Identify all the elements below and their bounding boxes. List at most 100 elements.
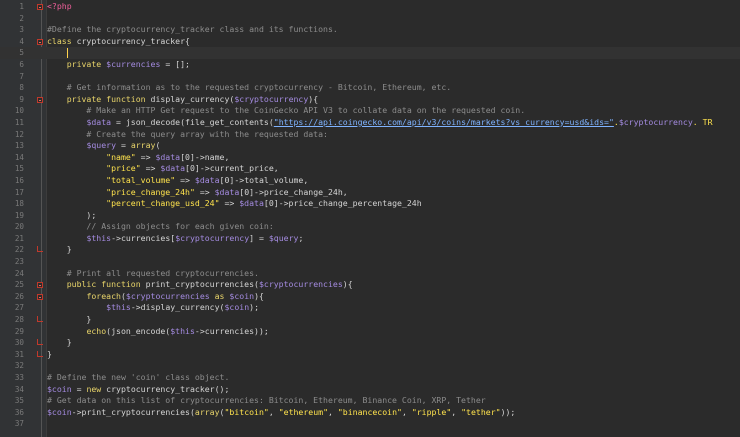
line-number: 34	[14, 384, 24, 394]
fold-toggle-icon[interactable]	[37, 38, 43, 45]
code-line[interactable]: 16 "total_volume" => $data[0]->total_vol…	[0, 175, 740, 187]
line-number: 26	[14, 291, 24, 301]
code-line[interactable]: 9 private function display_currency($cry…	[0, 94, 740, 106]
code-token: ] =	[249, 232, 269, 243]
code-token: $cryptocurrency	[618, 116, 693, 127]
code-line[interactable]: 36 $coin->print_cryptocurrencies(array("b…	[0, 407, 740, 419]
code-token: =>	[194, 186, 215, 197]
code-line[interactable]: 30 }	[0, 337, 740, 349]
code-token: $coin	[47, 406, 72, 417]
code-token: $data	[194, 174, 220, 185]
code-token: "price_change_24h"	[106, 186, 195, 197]
code-line[interactable]: 37	[0, 418, 740, 430]
code-line[interactable]: 29 echo(json_encode($this->currencies));	[0, 326, 740, 338]
code-text: }	[47, 244, 72, 256]
code-line[interactable]: 17 "price_change_24h" => $data[0]->price…	[0, 187, 740, 199]
code-line[interactable]: 7	[0, 71, 740, 83]
code-token: (json_encode(	[106, 325, 171, 336]
line-number: 36	[14, 407, 24, 417]
code-token: array	[194, 406, 220, 417]
code-line[interactable]: 14 "name" => $data[0]->name,	[0, 152, 740, 164]
code-line[interactable]: 20 // Assign objects for each given coin…	[0, 221, 740, 233]
fold-toggle-icon[interactable]	[37, 4, 43, 10]
code-token: =	[116, 140, 131, 151]
code-token: private	[66, 58, 107, 69]
code-line[interactable]: 21 $this->currencies[$cryptocurrency] = …	[0, 233, 740, 245]
code-text: }	[47, 349, 52, 361]
line-number: 4	[19, 36, 24, 46]
code-line[interactable]: 15 "price" => $data[0]->current_price,	[0, 163, 740, 175]
code-token: =>	[135, 151, 156, 162]
code-line[interactable]: 13 $query = array(	[0, 140, 740, 152]
code-line[interactable]: 11 $data = json_decode(file_get_contents…	[0, 117, 740, 129]
code-text: }	[47, 337, 72, 349]
code-token: =>	[140, 163, 161, 174]
code-text: $coin = new cryptocurrency_tracker();	[47, 384, 229, 396]
line-number: 10	[14, 106, 24, 116]
code-text: # Define the new 'coin' class object.	[47, 372, 229, 384]
code-token: = json_decode(file_get_contents(	[111, 116, 274, 127]
code-editor[interactable]: 1 <?php 2 3 #Define the cryptocurrency_track…	[0, 0, 740, 437]
code-line[interactable]: 22 }	[0, 244, 740, 256]
code-token: $cryptocurrencies	[258, 279, 343, 290]
fold-toggle-icon[interactable]	[37, 96, 43, 103]
code-line[interactable]: 25 public function print_cryptocurrencie…	[0, 279, 740, 291]
code-line[interactable]: 10 # Make an HTTP Get request to the Coi…	[0, 105, 740, 117]
code-token: new	[86, 383, 107, 394]
code-token: # Define the new 'coin' class object.	[47, 372, 230, 382]
code-text: <?php	[47, 1, 72, 13]
code-line[interactable]: 33 # Define the new 'coin' class object.	[0, 372, 740, 384]
code-line[interactable]: 24 # Print all requested cryptocurrencie…	[0, 268, 740, 280]
code-token: $data	[86, 116, 112, 127]
line-number: 32	[14, 361, 24, 371]
code-token: "percent_change_usd_24"	[106, 198, 220, 209]
line-number: 13	[14, 141, 24, 151]
fold-toggle-icon[interactable]	[37, 293, 43, 300]
code-token: cryptocurrency_tracker{	[76, 35, 190, 46]
code-token: private function	[66, 93, 151, 104]
code-token: ->currencies[	[111, 232, 176, 243]
line-number: 25	[14, 280, 24, 290]
code-line[interactable]: 1 <?php	[0, 1, 740, 13]
line-number: 3	[19, 25, 24, 35]
code-line[interactable]: 5	[0, 47, 740, 59]
code-text: private $currencies = [];	[47, 59, 190, 71]
code-token: ){	[342, 279, 353, 290]
code-line[interactable]: 18 "percent_change_usd_24" => $data[0]->…	[0, 198, 740, 210]
code-line[interactable]: 6 private $currencies = [];	[0, 59, 740, 71]
code-token: [0]->total_volume,	[219, 174, 309, 185]
code-token: ){	[254, 290, 264, 301]
code-token: public function	[66, 279, 146, 290]
code-line[interactable]: 28 }	[0, 314, 740, 326]
code-line[interactable]: 3 #Define the cryptocurrency_tracker clas…	[0, 24, 740, 36]
line-number: 18	[14, 199, 24, 209]
code-token: );	[47, 209, 97, 220]
code-token: // Assign objects for each given coin:	[47, 221, 274, 232]
code-text: );	[47, 210, 96, 222]
code-line[interactable]: 2	[0, 13, 740, 25]
code-token: }	[47, 244, 72, 255]
code-line[interactable]: 31}	[0, 349, 740, 361]
code-text: class cryptocurrency_tracker{	[47, 36, 190, 48]
code-line[interactable]: 19 );	[0, 210, 740, 222]
code-area[interactable]: 1 <?php 2 3 #Define the cryptocurrency_track…	[0, 1, 740, 430]
code-line[interactable]: 23	[0, 256, 740, 268]
code-token: #Define the cryptocurrency_tracker class…	[47, 24, 338, 35]
code-line[interactable]: 8 # Get information as to the requested …	[0, 82, 740, 94]
code-text: # Make an HTTP Get request to the CoinGe…	[47, 105, 525, 117]
code-line[interactable]: 26 foreach($cryptocurrencies as $coin){	[0, 291, 740, 303]
code-text: "total_volume" => $data[0]->total_volume…	[47, 175, 308, 187]
code-line[interactable]: 32	[0, 360, 740, 372]
code-text: echo(json_encode($this->currencies));	[47, 325, 268, 338]
code-line[interactable]: 4 class cryptocurrency_tracker{	[0, 36, 740, 48]
code-line[interactable]: 35 # Get data on this list of cryptocurre…	[0, 395, 740, 407]
code-line[interactable]: 34 $coin = new cryptocurrency_tracker();	[0, 384, 740, 396]
code-line[interactable]: 27 $this->display_currency($coin);	[0, 302, 740, 314]
line-number: 37	[14, 419, 24, 429]
fold-toggle-icon[interactable]	[37, 282, 43, 289]
line-number: 15	[14, 164, 24, 174]
code-line[interactable]: 12 # Create the query array with the req…	[0, 129, 740, 141]
